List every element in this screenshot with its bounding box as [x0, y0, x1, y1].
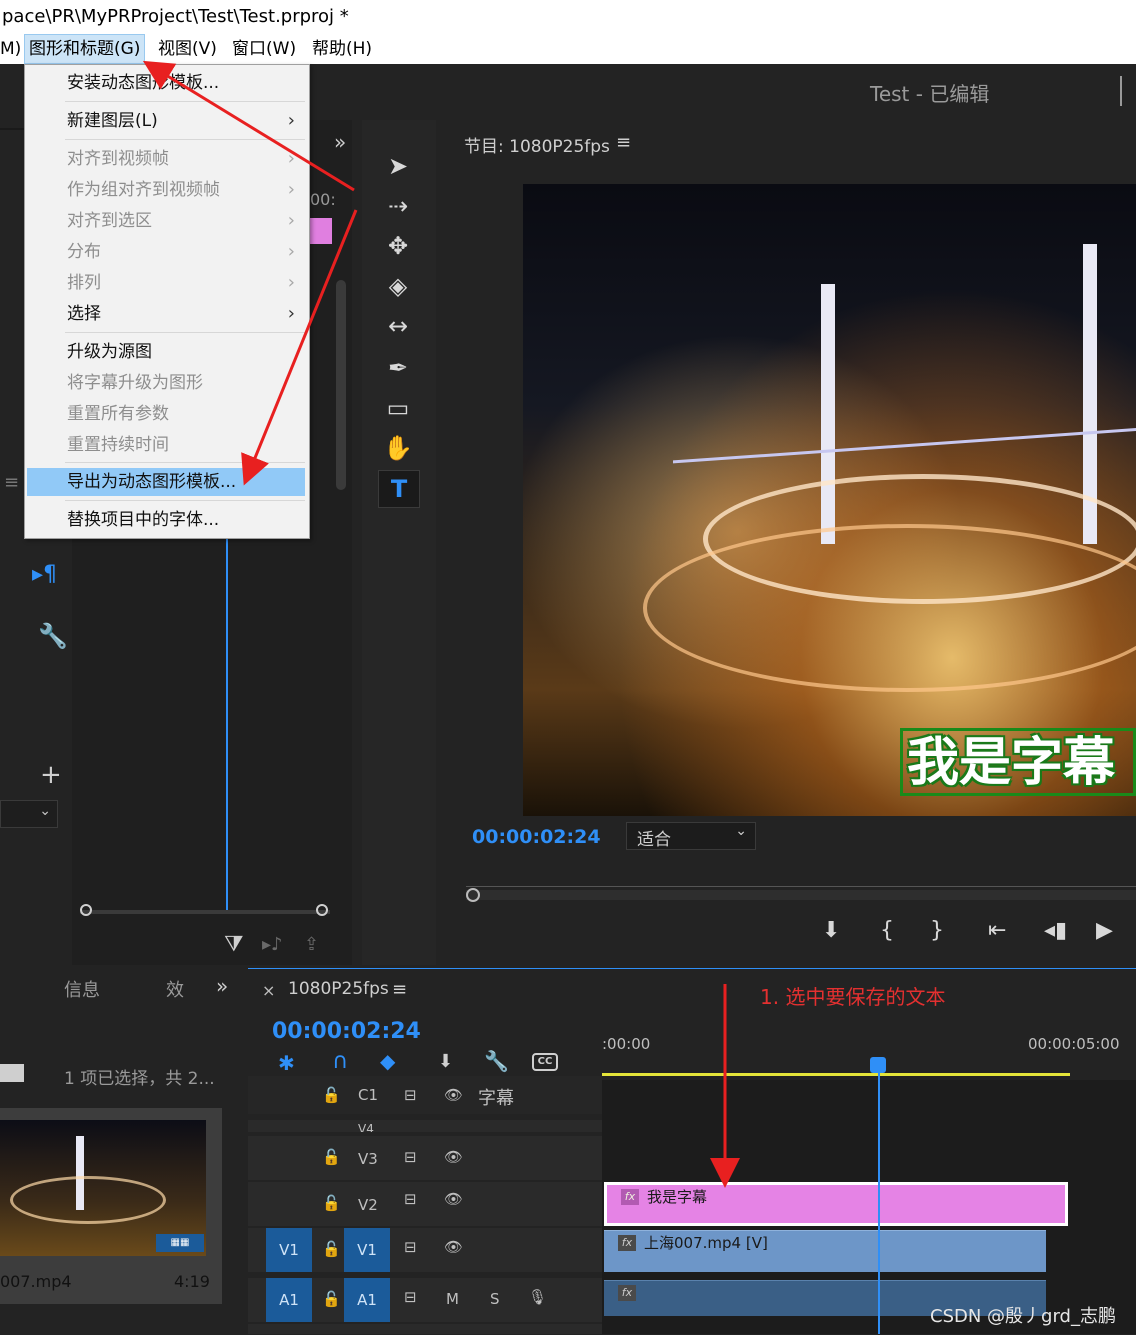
- annotation-arrows: [142, 60, 740, 1188]
